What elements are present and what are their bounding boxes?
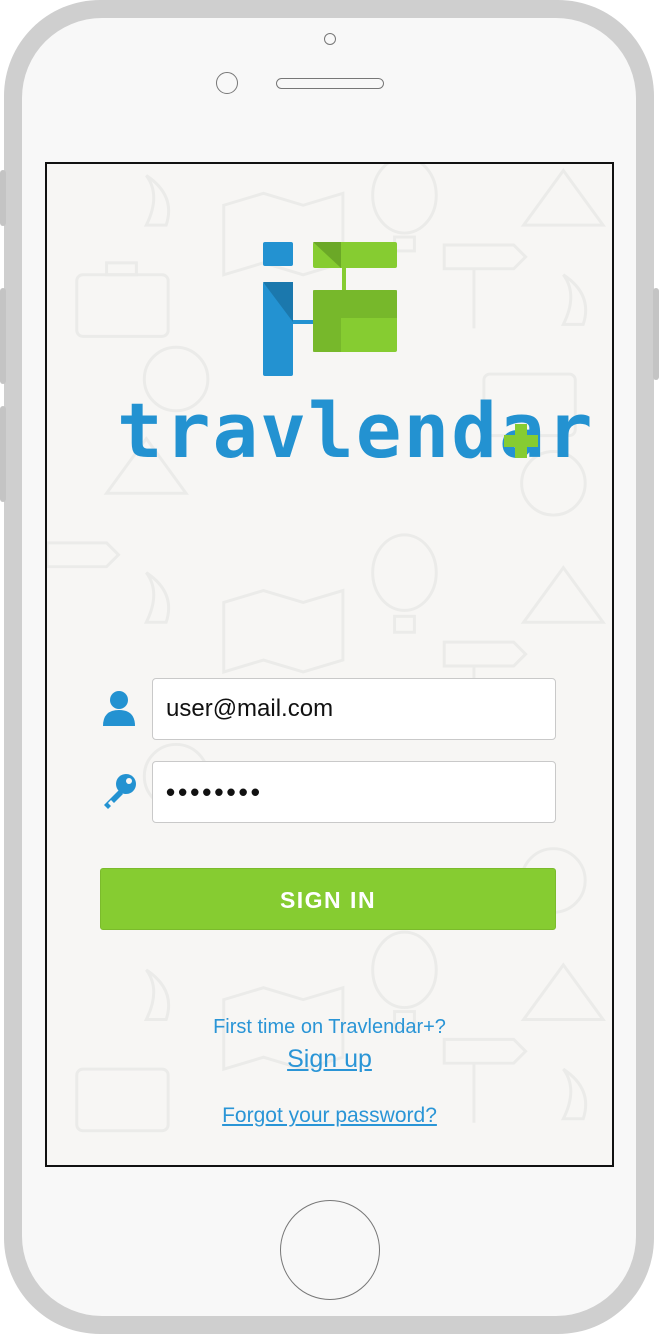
home-button[interactable] <box>280 1200 380 1300</box>
sign-in-button[interactable]: SIGN IN <box>100 868 556 930</box>
front-camera <box>324 33 336 45</box>
login-screen: travlendar user@mail.com •••••••• SIGN I… <box>45 162 614 1167</box>
password-row: •••••••• <box>99 761 557 823</box>
volume-down-button <box>0 406 6 502</box>
password-field[interactable]: •••••••• <box>152 761 556 823</box>
forgot-password-link[interactable]: Forgot your password? <box>47 1104 612 1128</box>
volume-up-button <box>0 288 6 384</box>
sign-up-link[interactable]: Sign up <box>47 1045 612 1074</box>
travlendar-logo-icon <box>263 242 397 376</box>
mute-switch <box>0 170 6 226</box>
user-icon <box>103 691 135 726</box>
first-time-text: First time on Travlendar+? <box>213 1016 446 1038</box>
power-button <box>653 288 659 380</box>
earpiece-speaker <box>276 78 384 89</box>
proximity-sensor <box>216 72 238 94</box>
email-row: user@mail.com <box>99 678 557 740</box>
key-icon <box>104 774 136 809</box>
email-field[interactable]: user@mail.com <box>152 678 556 740</box>
brand-plus-icon <box>504 424 538 458</box>
